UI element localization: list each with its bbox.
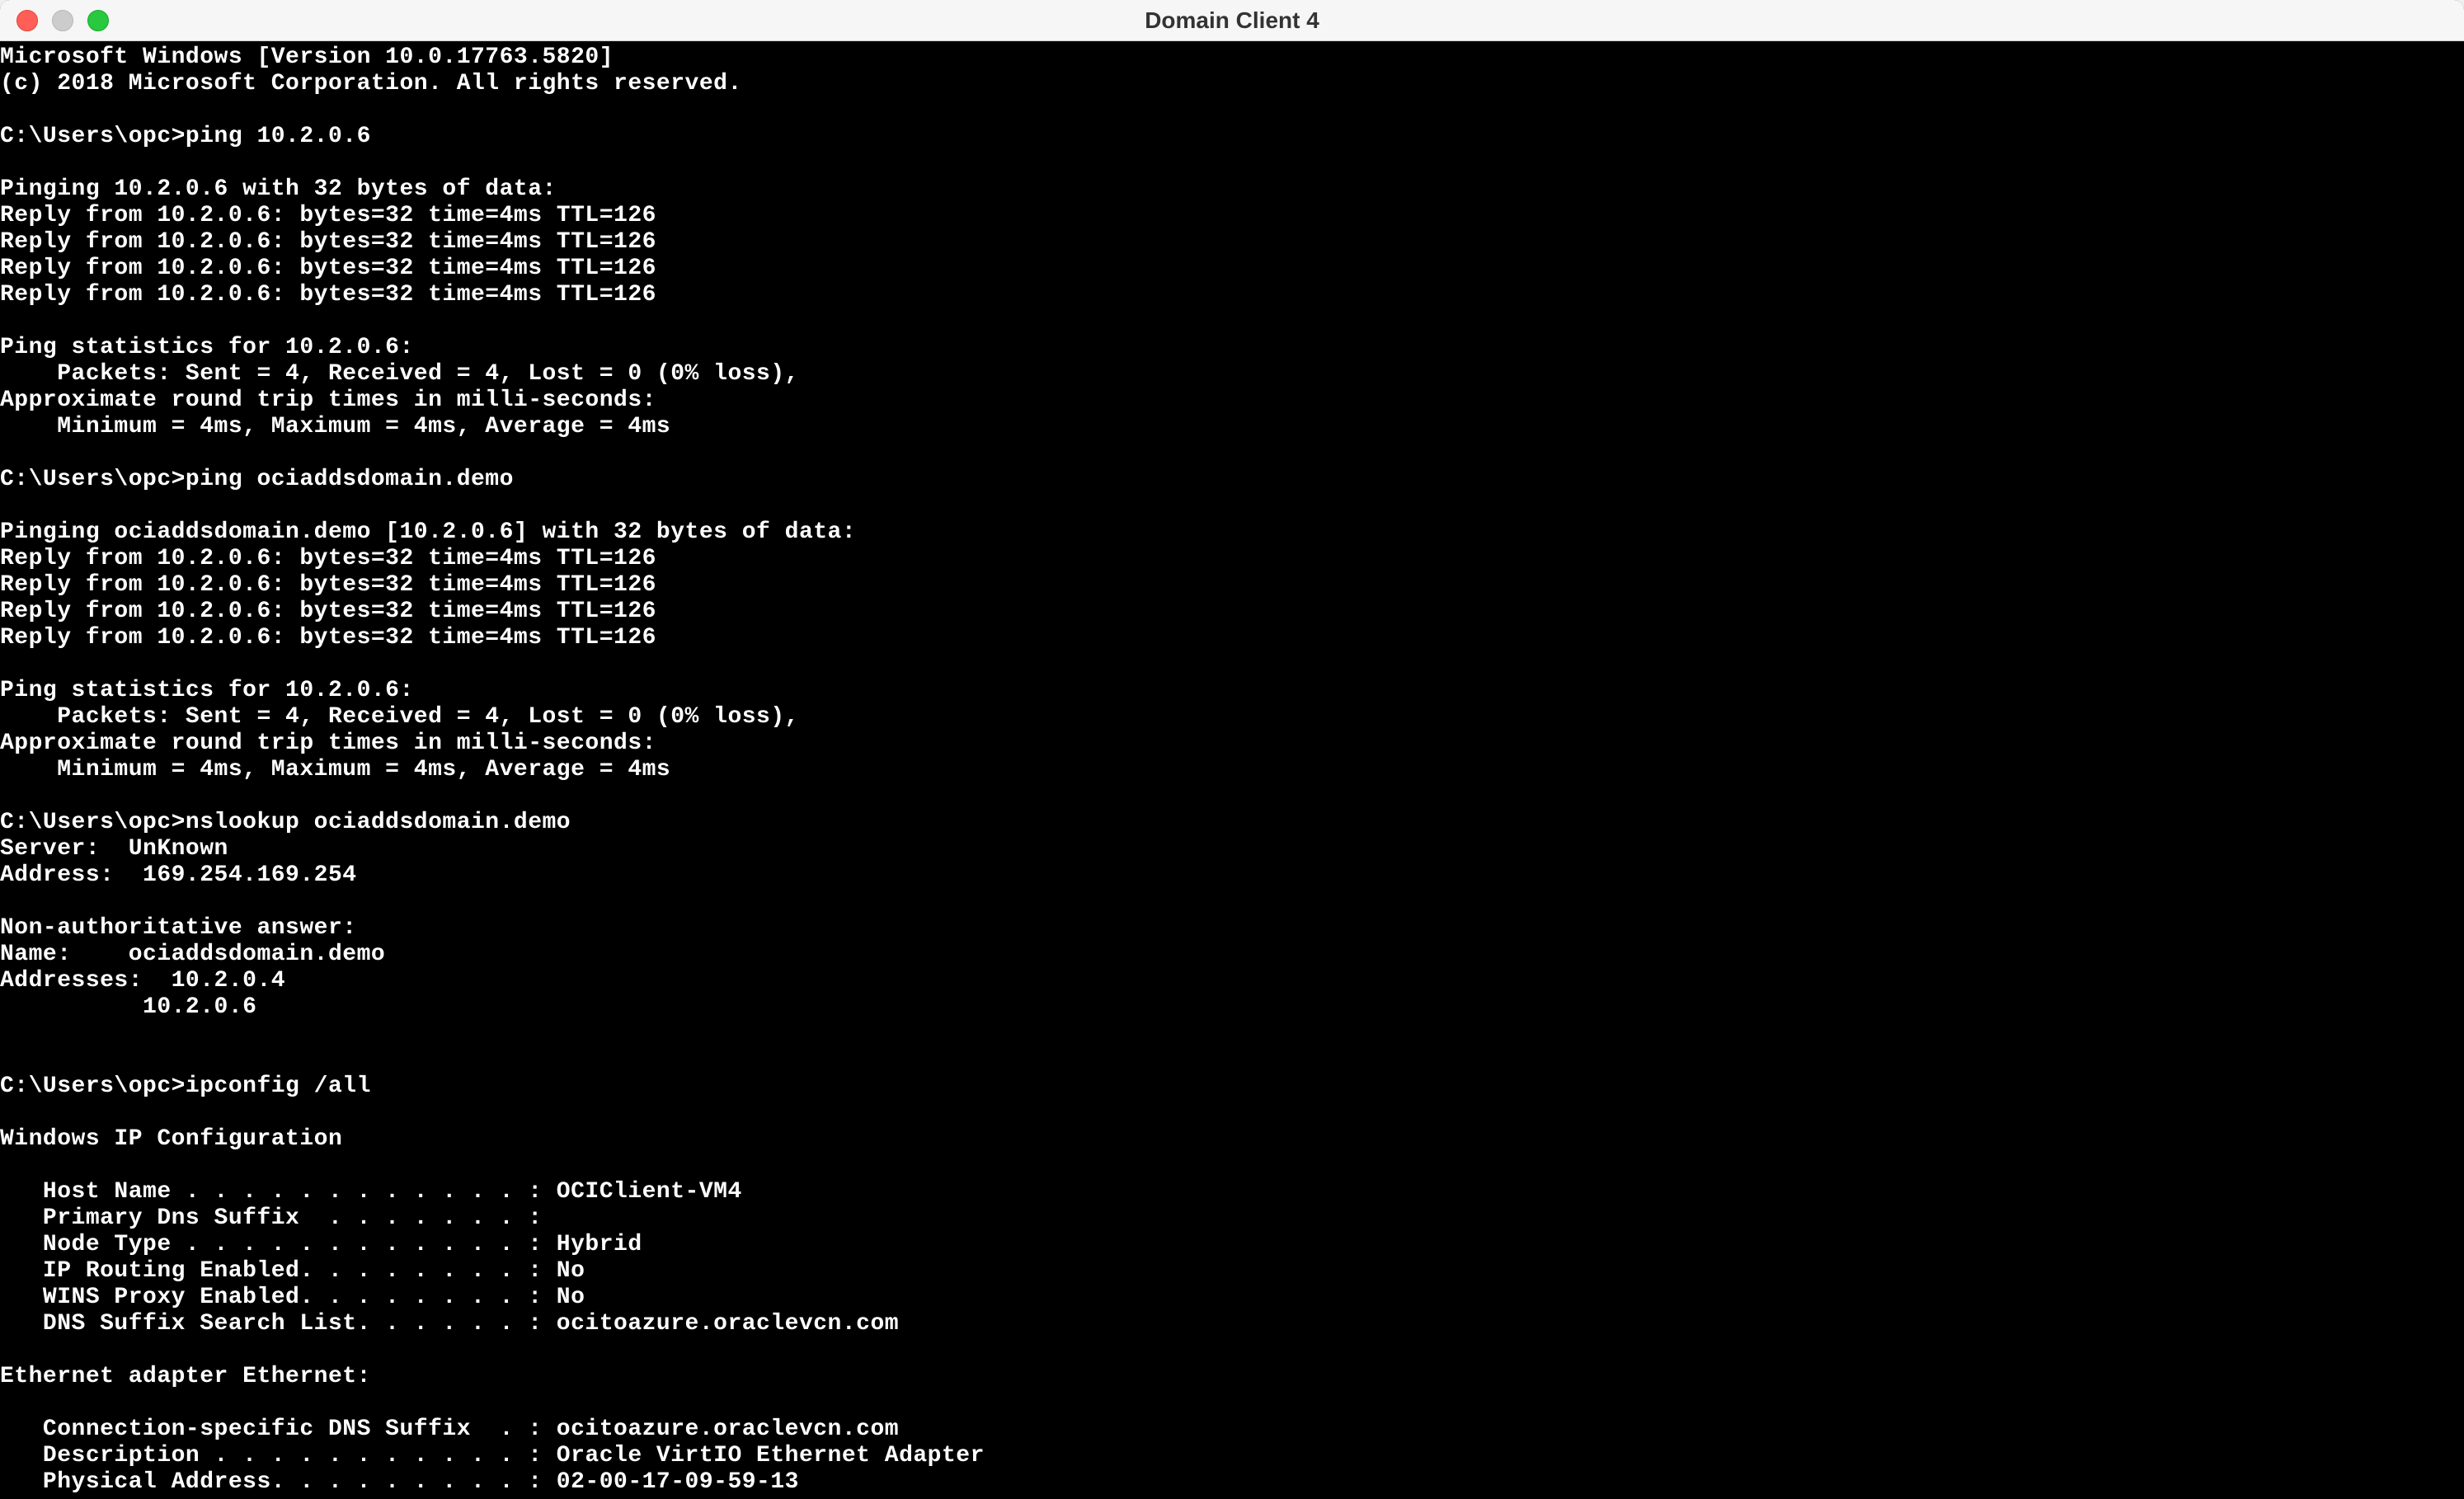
terminal-line: WINS Proxy Enabled. . . . . . . . : No <box>0 1285 2464 1311</box>
terminal-line: Addresses: 10.2.0.4 <box>0 968 2464 994</box>
terminal-line: Non-authoritative answer: <box>0 915 2464 942</box>
terminal-line <box>0 651 2464 678</box>
terminal-line <box>0 1100 2464 1126</box>
terminal-line: Ping statistics for 10.2.0.6: <box>0 335 2464 361</box>
minimize-button[interactable] <box>52 10 73 31</box>
terminal-line: C:\Users\opc>ipconfig /all <box>0 1074 2464 1100</box>
terminal-line: Reply from 10.2.0.6: bytes=32 time=4ms T… <box>0 546 2464 572</box>
terminal-line: C:\Users\opc>nslookup ociaddsdomain.demo <box>0 810 2464 836</box>
terminal-line: DNS Suffix Search List. . . . . . : ocit… <box>0 1311 2464 1337</box>
terminal-line: Minimum = 4ms, Maximum = 4ms, Average = … <box>0 757 2464 783</box>
traffic-lights <box>16 10 109 31</box>
terminal-line: Reply from 10.2.0.6: bytes=32 time=4ms T… <box>0 572 2464 599</box>
terminal-line <box>0 783 2464 810</box>
terminal-line <box>0 889 2464 915</box>
terminal-line <box>0 1153 2464 1179</box>
maximize-button[interactable] <box>87 10 109 31</box>
terminal-line: Minimum = 4ms, Maximum = 4ms, Average = … <box>0 414 2464 440</box>
close-button[interactable] <box>16 10 38 31</box>
terminal-line: IP Routing Enabled. . . . . . . . : No <box>0 1258 2464 1285</box>
terminal-line: Reply from 10.2.0.6: bytes=32 time=4ms T… <box>0 203 2464 229</box>
terminal-line <box>0 1047 2464 1074</box>
terminal-line: Windows IP Configuration <box>0 1126 2464 1153</box>
terminal-line: C:\Users\opc>ping ociaddsdomain.demo <box>0 467 2464 493</box>
terminal-line: Server: UnKnown <box>0 836 2464 862</box>
terminal-line: Microsoft Windows [Version 10.0.17763.58… <box>0 45 2464 71</box>
terminal-line <box>0 308 2464 335</box>
terminal-line: Approximate round trip times in milli-se… <box>0 388 2464 414</box>
terminal-line: Reply from 10.2.0.6: bytes=32 time=4ms T… <box>0 229 2464 256</box>
window: Domain Client 4 Microsoft Windows [Versi… <box>0 0 2464 1499</box>
terminal-line: Ping statistics for 10.2.0.6: <box>0 678 2464 704</box>
titlebar[interactable]: Domain Client 4 <box>0 0 2464 41</box>
terminal-line: Ethernet adapter Ethernet: <box>0 1364 2464 1390</box>
terminal-line: Description . . . . . . . . . . . : Orac… <box>0 1443 2464 1469</box>
terminal-line <box>0 97 2464 124</box>
terminal-line <box>0 1021 2464 1047</box>
terminal-line: Host Name . . . . . . . . . . . . : OCIC… <box>0 1179 2464 1205</box>
terminal-line <box>0 1337 2464 1364</box>
terminal-line: Reply from 10.2.0.6: bytes=32 time=4ms T… <box>0 282 2464 308</box>
terminal-line: Node Type . . . . . . . . . . . . : Hybr… <box>0 1232 2464 1258</box>
terminal-line <box>0 440 2464 467</box>
terminal-line: Reply from 10.2.0.6: bytes=32 time=4ms T… <box>0 625 2464 651</box>
terminal-line: Physical Address. . . . . . . . . : 02-0… <box>0 1469 2464 1496</box>
terminal-line: 10.2.0.6 <box>0 994 2464 1021</box>
terminal-line: Pinging ociaddsdomain.demo [10.2.0.6] wi… <box>0 519 2464 546</box>
terminal-line: Reply from 10.2.0.6: bytes=32 time=4ms T… <box>0 256 2464 282</box>
window-title: Domain Client 4 <box>1145 7 1319 34</box>
terminal-line: Packets: Sent = 4, Received = 4, Lost = … <box>0 704 2464 731</box>
terminal-line: Pinging 10.2.0.6 with 32 bytes of data: <box>0 176 2464 203</box>
terminal-line: Reply from 10.2.0.6: bytes=32 time=4ms T… <box>0 599 2464 625</box>
terminal-line: Connection-specific DNS Suffix . : ocito… <box>0 1417 2464 1443</box>
terminal-line <box>0 493 2464 519</box>
terminal-output[interactable]: Microsoft Windows [Version 10.0.17763.58… <box>0 41 2464 1499</box>
terminal-line: C:\Users\opc>ping 10.2.0.6 <box>0 124 2464 150</box>
terminal-line: (c) 2018 Microsoft Corporation. All righ… <box>0 71 2464 97</box>
terminal-line: Primary Dns Suffix . . . . . . . : <box>0 1205 2464 1232</box>
terminal-line: Name: ociaddsdomain.demo <box>0 942 2464 968</box>
terminal-line: Approximate round trip times in milli-se… <box>0 731 2464 757</box>
terminal-line <box>0 150 2464 176</box>
terminal-line <box>0 1390 2464 1417</box>
terminal-line: Address: 169.254.169.254 <box>0 862 2464 889</box>
terminal-line: Packets: Sent = 4, Received = 4, Lost = … <box>0 361 2464 388</box>
